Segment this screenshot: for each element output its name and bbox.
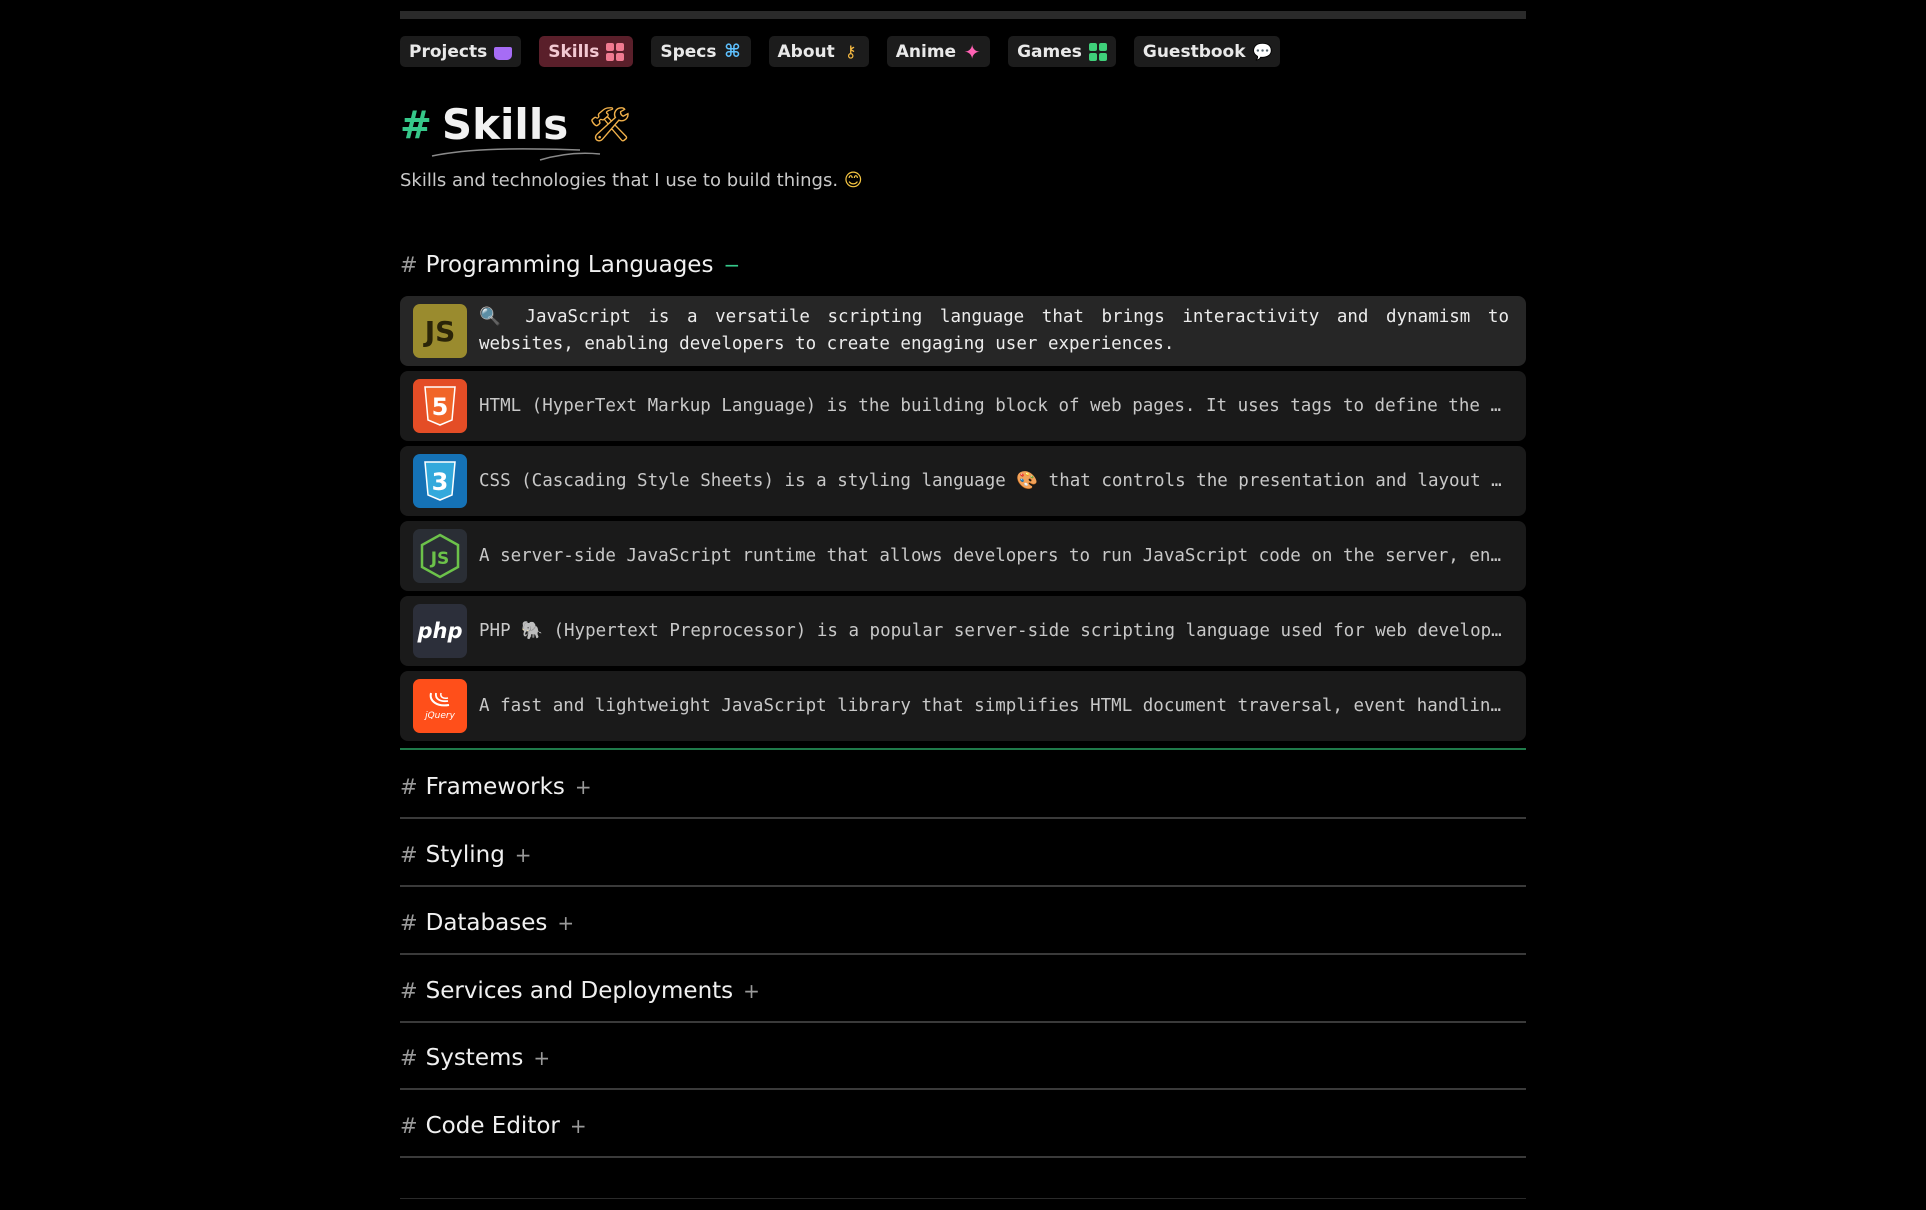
skill-description: A server-side JavaScript runtime that al… bbox=[479, 546, 1509, 566]
logo-text: 5 bbox=[432, 393, 449, 421]
skill-list: JS 🔍 JavaScript is a versatile scripting… bbox=[400, 296, 1526, 746]
nav-skills[interactable]: Skills bbox=[539, 36, 634, 67]
section-hash: # bbox=[400, 253, 418, 277]
nav-label: Projects bbox=[409, 41, 488, 62]
skill-description: A fast and lightweight JavaScript librar… bbox=[479, 696, 1509, 716]
expand-icon[interactable]: + bbox=[515, 843, 532, 867]
subtitle-text: Skills and technologies that I use to bu… bbox=[400, 170, 839, 191]
nodejs-icon: JS bbox=[413, 529, 467, 583]
section-services-and-deployments[interactable]: # Services and Deployments + bbox=[400, 978, 760, 1004]
top-bar bbox=[400, 11, 1526, 19]
section-title: Code Editor bbox=[425, 1113, 560, 1139]
logo-text: 3 bbox=[432, 468, 449, 496]
section-divider bbox=[400, 1021, 1526, 1023]
key-icon: ⚷ bbox=[844, 41, 857, 61]
section-title: Databases bbox=[425, 910, 548, 936]
smile-icon: 😊 bbox=[843, 170, 863, 191]
expand-icon[interactable]: + bbox=[533, 1046, 550, 1070]
section-hash: # bbox=[400, 843, 418, 867]
section-hash: # bbox=[400, 1046, 418, 1070]
skill-php[interactable]: php PHP 🐘 (Hypertext Preprocessor) is a … bbox=[400, 596, 1526, 666]
tools-icon: 🛠 bbox=[588, 104, 632, 145]
collapse-icon[interactable]: − bbox=[723, 253, 740, 277]
nav-anime[interactable]: Anime ✦ bbox=[886, 36, 991, 67]
skill-nodejs[interactable]: JS A server-side JavaScript runtime that… bbox=[400, 521, 1526, 591]
section-hash: # bbox=[400, 775, 418, 799]
section-title: Programming Languages bbox=[425, 252, 714, 278]
nav-specs[interactable]: Specs ⌘ bbox=[651, 36, 751, 67]
skill-description: HTML (HyperText Markup Language) is the … bbox=[479, 396, 1509, 416]
nav-projects[interactable]: Projects bbox=[400, 36, 522, 67]
footer-divider bbox=[400, 1198, 1526, 1199]
basket-icon bbox=[494, 46, 513, 60]
nav-label: About bbox=[777, 41, 835, 62]
expand-icon[interactable]: + bbox=[575, 775, 592, 799]
nav-guestbook[interactable]: Guestbook 💬 bbox=[1133, 36, 1280, 67]
grid-icon bbox=[1088, 42, 1107, 61]
jquery-icon: jQuery bbox=[413, 679, 467, 733]
jquery-swoosh bbox=[429, 692, 450, 707]
html5-icon: 5 bbox=[413, 379, 467, 433]
command-icon: ⌘ bbox=[724, 40, 741, 62]
sparkle-icon: ✦ bbox=[963, 39, 981, 64]
skill-css[interactable]: 3 CSS (Cascading Style Sheets) is a styl… bbox=[400, 446, 1526, 516]
grid-icon bbox=[606, 42, 625, 61]
expand-icon[interactable]: + bbox=[570, 1114, 587, 1138]
nav-label: Specs bbox=[660, 41, 717, 62]
title-hash: # bbox=[400, 102, 432, 147]
section-divider bbox=[400, 817, 1526, 819]
nav-games[interactable]: Games bbox=[1008, 36, 1116, 67]
section-title: Frameworks bbox=[425, 774, 565, 800]
expand-icon[interactable]: + bbox=[557, 911, 574, 935]
section-frameworks[interactable]: # Frameworks + bbox=[400, 774, 592, 800]
section-divider bbox=[400, 885, 1526, 887]
nav-label: Games bbox=[1017, 41, 1082, 62]
page-subtitle: Skills and technologies that I use to bu… bbox=[400, 170, 863, 191]
section-hash: # bbox=[400, 1114, 418, 1138]
nav-label: Skills bbox=[548, 41, 600, 62]
php-icon: php bbox=[413, 604, 467, 658]
javascript-icon: JS bbox=[413, 304, 467, 358]
section-styling[interactable]: # Styling + bbox=[400, 842, 532, 868]
skill-description: PHP 🐘 (Hypertext Preprocessor) is a popu… bbox=[479, 621, 1509, 641]
skill-description: CSS (Cascading Style Sheets) is a stylin… bbox=[479, 471, 1509, 491]
section-divider bbox=[400, 1088, 1526, 1090]
section-databases[interactable]: # Databases + bbox=[400, 910, 574, 936]
html5-shield: 5 bbox=[424, 386, 456, 426]
skill-html[interactable]: 5 HTML (HyperText Markup Language) is th… bbox=[400, 371, 1526, 441]
css3-icon: 3 bbox=[413, 454, 467, 508]
chat-icon: 💬 bbox=[1252, 41, 1273, 61]
nav-label: Anime bbox=[895, 41, 957, 62]
nav-label: Guestbook bbox=[1142, 41, 1246, 62]
section-title: Services and Deployments bbox=[425, 978, 734, 1004]
section-divider bbox=[400, 953, 1526, 955]
nav-about[interactable]: About ⚷ bbox=[768, 36, 869, 67]
section-title: Styling bbox=[425, 842, 505, 868]
nodejs-hexagon: JS bbox=[420, 533, 460, 579]
css3-shield: 3 bbox=[424, 461, 456, 501]
top-nav: Projects Skills Specs ⌘ About ⚷ Anime ✦ … bbox=[400, 36, 1280, 67]
expand-icon[interactable]: + bbox=[743, 979, 760, 1003]
title-underline bbox=[431, 148, 601, 161]
page: Projects Skills Specs ⌘ About ⚷ Anime ✦ … bbox=[0, 0, 1926, 1210]
section-hash: # bbox=[400, 911, 418, 935]
section-hash: # bbox=[400, 979, 418, 1003]
skill-javascript[interactable]: JS 🔍 JavaScript is a versatile scripting… bbox=[400, 296, 1526, 366]
logo-text: php bbox=[417, 619, 463, 643]
section-divider-active bbox=[400, 748, 1526, 750]
skill-jquery[interactable]: jQuery A fast and lightweight JavaScript… bbox=[400, 671, 1526, 741]
section-title: Systems bbox=[425, 1045, 524, 1071]
section-programming-languages[interactable]: # Programming Languages − bbox=[400, 252, 740, 278]
logo-text: JS bbox=[424, 314, 456, 348]
section-code-editor[interactable]: # Code Editor + bbox=[400, 1113, 587, 1139]
section-systems[interactable]: # Systems + bbox=[400, 1045, 550, 1071]
section-divider bbox=[400, 1156, 1526, 1158]
skill-description: 🔍 JavaScript is a versatile scripting la… bbox=[479, 307, 1509, 354]
logo-text: jQuery bbox=[425, 711, 455, 721]
logo-text: JS bbox=[430, 549, 450, 569]
